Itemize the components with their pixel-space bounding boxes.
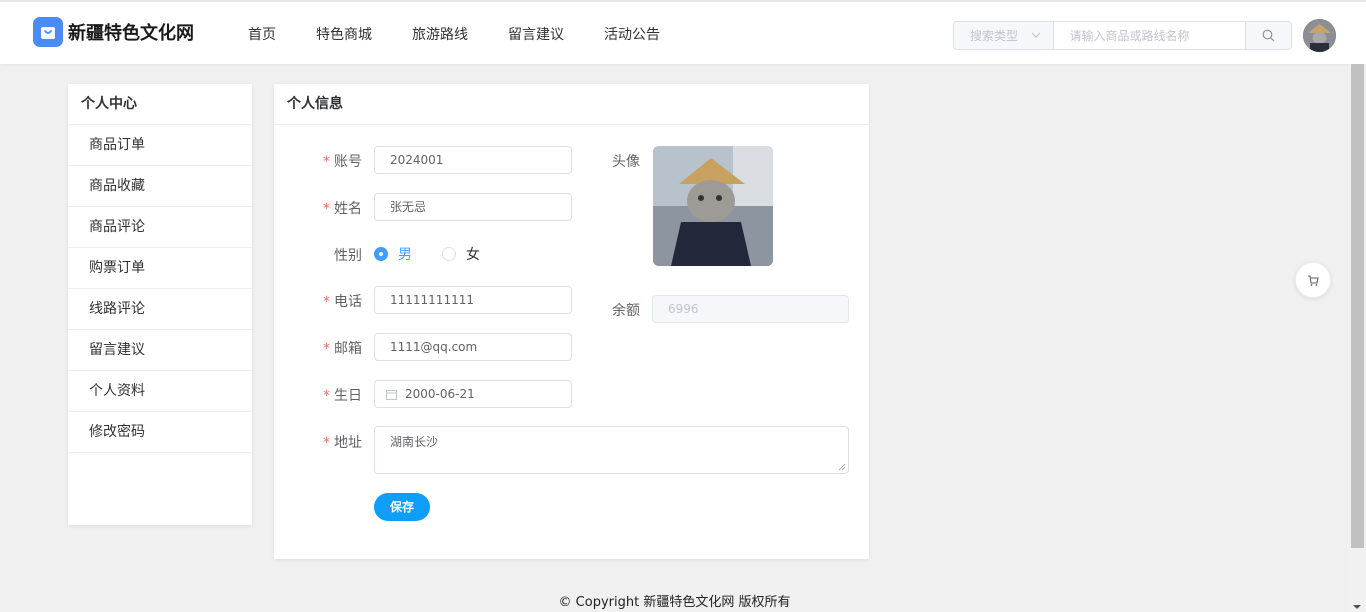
birthday-picker[interactable]: 2000-06-21 (374, 380, 572, 408)
calendar-icon (386, 390, 397, 400)
avatar-upload[interactable] (653, 146, 773, 266)
birthday-label: * 生日 (323, 388, 362, 404)
gender-male-radio[interactable]: 男 (374, 244, 412, 264)
site-logo[interactable]: 新疆特色文化网 (33, 17, 194, 47)
gender-male-label: 男 (398, 247, 412, 263)
search-icon (1262, 29, 1275, 42)
search-bar: 搜索类型 (953, 21, 1292, 50)
address-label: * 地址 (323, 435, 362, 451)
top-header: 新疆特色文化网 首页 特色商城 旅游路线 留言建议 活动公告 搜索类型 (0, 0, 1366, 64)
sidebar-item-feedback[interactable]: 留言建议 (68, 330, 252, 371)
search-button[interactable] (1245, 22, 1291, 49)
search-type-select[interactable]: 搜索类型 (954, 22, 1055, 49)
shopping-bag-icon (33, 17, 63, 47)
sidebar-item-ticket-orders[interactable]: 购票订单 (68, 248, 252, 289)
sidebar-item-product-favorites[interactable]: 商品收藏 (68, 166, 252, 207)
gender-female-label: 女 (466, 247, 480, 263)
nav-home[interactable]: 首页 (248, 24, 276, 44)
page-scrollbar[interactable] (1349, 64, 1366, 612)
gender-female-radio[interactable]: 女 (442, 244, 480, 264)
footer-copyright: © Copyright 新疆特色文化网 版权所有 (558, 595, 791, 610)
sidebar-item-product-orders[interactable]: 商品订单 (68, 125, 252, 166)
address-value: 湖南长沙 (390, 435, 439, 449)
nav-announcements[interactable]: 活动公告 (604, 24, 660, 44)
chevron-down-icon (1032, 32, 1041, 38)
sidebar-item-product-reviews[interactable]: 商品评论 (68, 207, 252, 248)
personal-center-sidebar: 个人中心 商品订单 商品收藏 商品评论 购票订单 线路评论 留言建议 个人资料 … (68, 84, 252, 525)
balance-field: 6996 (652, 295, 849, 323)
account-label: * 账号 (323, 154, 362, 170)
scroll-down-arrow-icon[interactable] (1353, 605, 1361, 609)
nav-travel-routes[interactable]: 旅游路线 (412, 24, 468, 44)
scrollbar-thumb[interactable] (1351, 64, 1364, 548)
account-field[interactable]: 2024001 (374, 146, 572, 174)
resize-grip-icon[interactable] (838, 463, 846, 471)
balance-label: 余额 (612, 303, 640, 319)
cart-icon (1308, 275, 1319, 286)
phone-field[interactable]: 11111111111 (374, 286, 572, 314)
site-name: 新疆特色文化网 (68, 23, 194, 44)
save-button[interactable]: 保存 (374, 493, 430, 521)
floating-cart-button[interactable] (1295, 262, 1331, 298)
avatar-label: 头像 (612, 154, 640, 170)
name-label: * 姓名 (323, 201, 362, 217)
user-avatar[interactable] (1303, 19, 1336, 52)
address-textarea[interactable]: 湖南长沙 (374, 426, 849, 474)
sidebar-item-change-password[interactable]: 修改密码 (68, 412, 252, 453)
nav-feedback[interactable]: 留言建议 (508, 24, 564, 44)
profile-card: 个人信息 * 账号 2024001 * 姓名 张无忌 性别 男 女 * 电话 1111… (274, 84, 869, 559)
name-field[interactable]: 张无忌 (374, 193, 572, 221)
nav-mall[interactable]: 特色商城 (316, 24, 372, 44)
radio-checked-icon (374, 247, 388, 261)
search-input[interactable] (1054, 22, 1246, 49)
sidebar-item-profile[interactable]: 个人资料 (68, 371, 252, 412)
phone-label: * 电话 (323, 294, 362, 310)
main-nav: 首页 特色商城 旅游路线 留言建议 活动公告 (248, 24, 700, 44)
search-type-placeholder: 搜索类型 (970, 29, 1019, 43)
email-label: * 邮箱 (323, 341, 362, 357)
birthday-value: 2000-06-21 (405, 387, 475, 401)
gender-label: 性别 (334, 248, 362, 264)
radio-unchecked-icon (442, 247, 456, 261)
email-field[interactable]: 1111@qq.com (374, 333, 572, 361)
sidebar-title: 个人中心 (68, 84, 252, 125)
sidebar-item-route-reviews[interactable]: 线路评论 (68, 289, 252, 330)
card-title: 个人信息 (274, 84, 869, 125)
